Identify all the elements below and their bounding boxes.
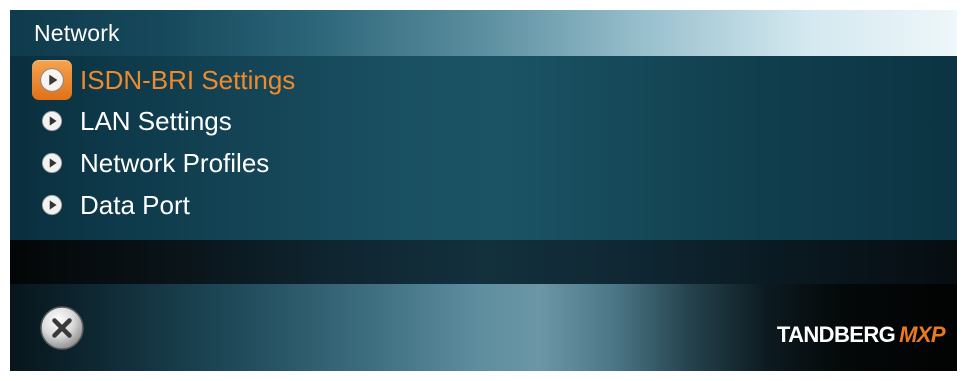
menu-item-label: Data Port	[80, 189, 190, 220]
close-icon	[40, 306, 84, 350]
menu-list: ISDN-BRI Settings LAN Settings Network P…	[10, 56, 957, 240]
play-bullet-icon	[32, 143, 72, 183]
play-bullet-icon	[32, 185, 72, 225]
play-bullet-icon	[32, 101, 72, 141]
menu-item-label: Network Profiles	[80, 147, 270, 178]
menu-item-lan-settings[interactable]: LAN Settings	[32, 101, 232, 141]
menu-item-isdn-bri-settings[interactable]: ISDN-BRI Settings	[32, 60, 295, 100]
brand-name: TANDBERG	[776, 322, 896, 347]
network-menu-window: Network ISDN-BRI Settings LAN Settings N…	[10, 10, 957, 371]
menu-item-network-profiles[interactable]: Network Profiles	[32, 143, 269, 183]
menu-item-label: LAN Settings	[80, 105, 232, 136]
brand-model: MXP	[899, 322, 945, 347]
tandberg-logo: TANDBERG MXP	[776, 322, 946, 348]
bottom-bar: TANDBERG MXP	[10, 284, 957, 371]
close-button[interactable]	[39, 305, 85, 351]
page-title: Network	[34, 20, 120, 46]
menu-item-data-port[interactable]: Data Port	[32, 185, 190, 225]
play-bullet-icon	[32, 60, 72, 100]
status-band	[10, 240, 957, 284]
title-bar: Network	[10, 10, 957, 56]
menu-item-label: ISDN-BRI Settings	[80, 64, 296, 95]
